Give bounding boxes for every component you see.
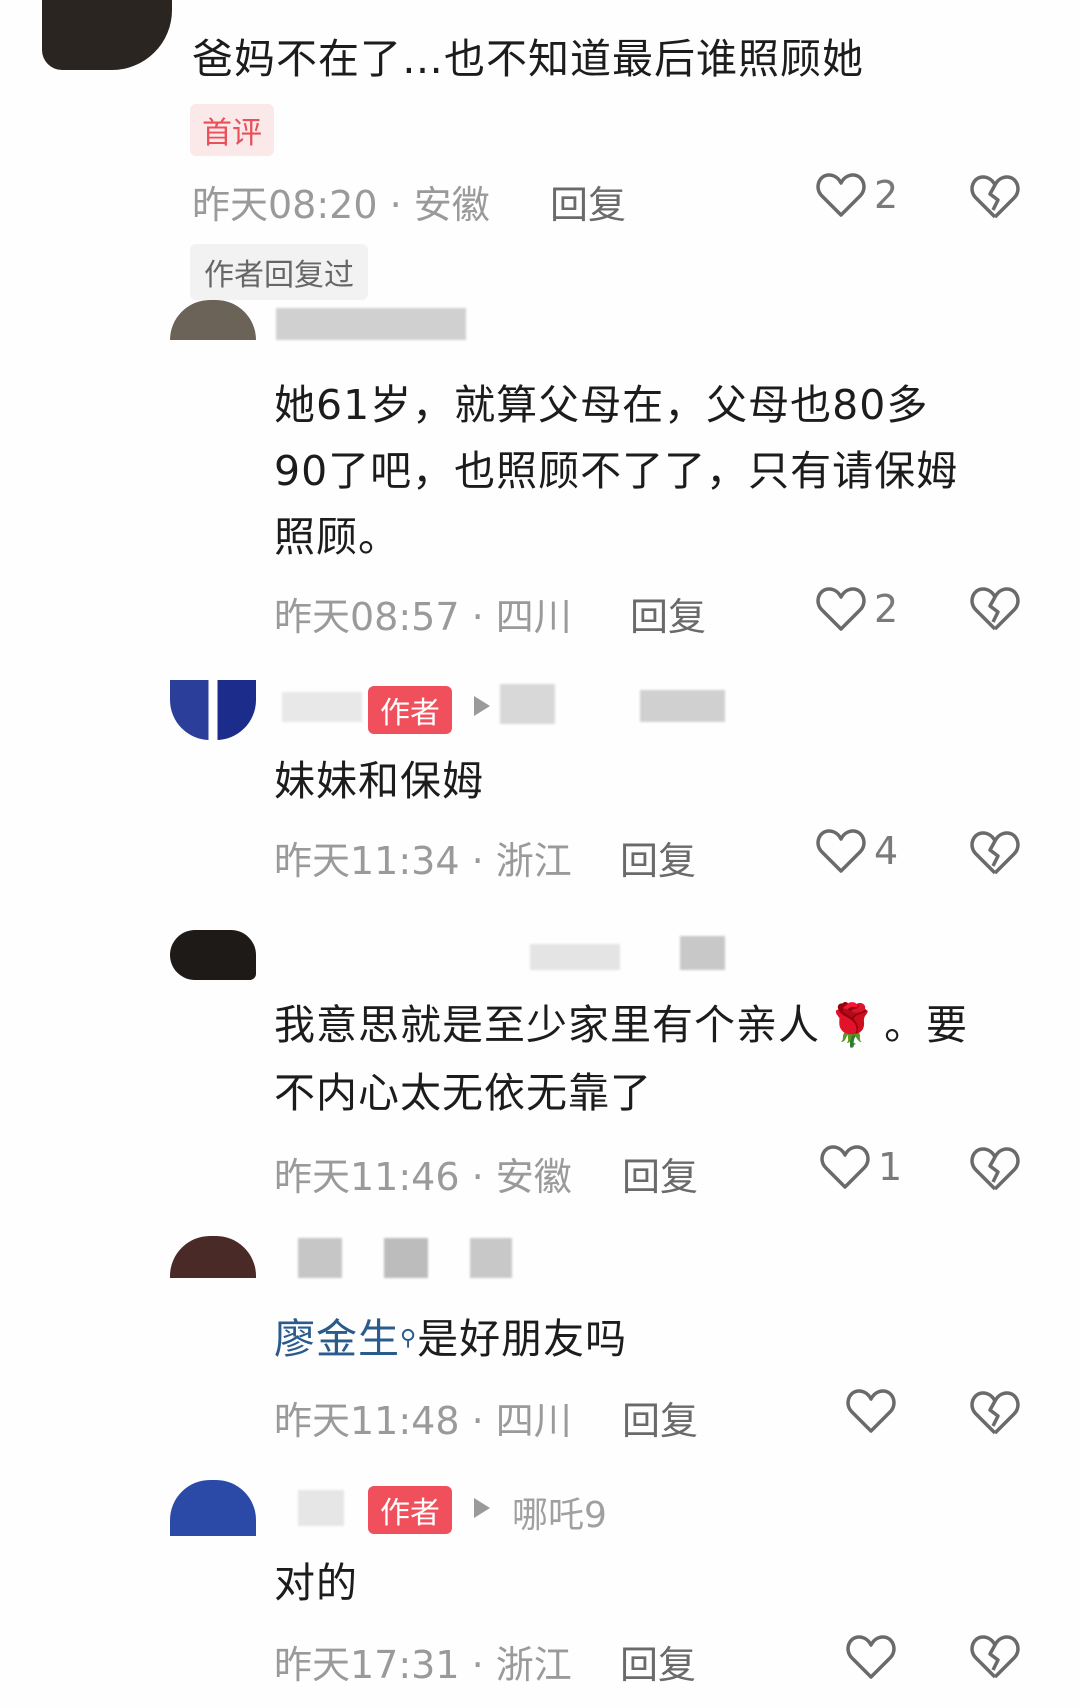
- like-button[interactable]: [846, 1388, 896, 1434]
- like-button[interactable]: 2: [816, 586, 898, 632]
- comment-text: 廖金生⚲是好朋友吗: [274, 1315, 628, 1363]
- username-redacted: [298, 1238, 342, 1278]
- reply-arrow-icon: [474, 696, 490, 716]
- username-redacted: [298, 1490, 344, 1526]
- like-button[interactable]: [846, 1634, 896, 1680]
- username-redacted: [384, 1238, 428, 1278]
- dislike-button[interactable]: [970, 586, 1020, 632]
- reply-target-redacted: [500, 684, 555, 724]
- author-replied-tag[interactable]: 作者回复过: [190, 244, 368, 300]
- like-button[interactable]: 2: [816, 172, 898, 218]
- reply-button[interactable]: 回复: [550, 174, 626, 229]
- broken-heart-icon: [970, 1391, 1020, 1435]
- like-count: 2: [874, 587, 899, 631]
- comment-text-line: 她61岁，就算父母在，父母也80多: [274, 381, 929, 429]
- reply-button[interactable]: 回复: [622, 1390, 698, 1445]
- first-comment-badge: 首评: [190, 104, 274, 156]
- broken-heart-icon: [970, 831, 1020, 875]
- comment-text-line: 不内心太无依无靠了: [274, 1069, 652, 1117]
- user-mention[interactable]: 廖金生: [274, 1315, 400, 1363]
- like-button[interactable]: 1: [820, 1144, 902, 1190]
- rose-emoji: 🌹: [826, 1001, 879, 1049]
- username-redacted: [470, 1238, 512, 1278]
- avatar[interactable]: [170, 1236, 256, 1278]
- comment-meta: 昨天08:57 · 四川: [274, 595, 572, 639]
- author-badge: 作者: [368, 1486, 452, 1534]
- comment-text: 妹妹和保姆: [274, 757, 484, 805]
- dislike-button[interactable]: [970, 1146, 1020, 1192]
- heart-icon: [820, 1144, 870, 1190]
- heart-icon: [816, 172, 866, 218]
- broken-heart-icon: [970, 1147, 1020, 1191]
- search-icon: ⚲: [400, 1326, 418, 1351]
- avatar[interactable]: [170, 930, 256, 980]
- comment-text-line: 我意思就是至少家里有个亲人 🌹 。要: [274, 1001, 969, 1049]
- dislike-button[interactable]: [970, 830, 1020, 876]
- like-count: 4: [874, 829, 899, 873]
- like-button[interactable]: 4: [816, 828, 898, 874]
- avatar[interactable]: [42, 0, 172, 70]
- reply-button[interactable]: 回复: [620, 1634, 696, 1689]
- avatar[interactable]: [170, 1480, 256, 1536]
- username-redacted: [282, 692, 362, 722]
- comment-text: 对的: [274, 1559, 358, 1607]
- comment-meta: 昨天11:48 · 四川: [274, 1399, 572, 1443]
- heart-icon: [816, 586, 866, 632]
- comment-meta: 昨天11:46 · 安徽: [274, 1155, 572, 1199]
- heart-icon: [846, 1634, 896, 1680]
- avatar[interactable]: [170, 680, 256, 740]
- username-redacted: [276, 308, 466, 340]
- reply-button[interactable]: 回复: [622, 1146, 698, 1201]
- author-badge: 作者: [368, 686, 452, 734]
- reply-button[interactable]: 回复: [630, 586, 706, 641]
- reply-arrow-icon: [474, 1498, 490, 1518]
- like-count: 2: [874, 173, 899, 217]
- username-redacted: [530, 944, 620, 970]
- like-count: 1: [878, 1145, 903, 1189]
- reply-button[interactable]: 回复: [620, 830, 696, 885]
- reply-target-redacted: [640, 690, 725, 722]
- dislike-button[interactable]: [970, 174, 1020, 220]
- comment-meta: 昨天11:34 · 浙江: [274, 839, 572, 883]
- dislike-button[interactable]: [970, 1390, 1020, 1436]
- broken-heart-icon: [970, 587, 1020, 631]
- comment-meta: 昨天08:20 · 安徽: [192, 183, 490, 227]
- broken-heart-icon: [970, 1635, 1020, 1679]
- heart-icon: [816, 828, 866, 874]
- dislike-button[interactable]: [970, 1634, 1020, 1680]
- username-redacted: [680, 936, 725, 970]
- avatar[interactable]: [170, 300, 256, 340]
- comment-text-line: 90了吧，也照顾不了了，只有请保姆: [274, 447, 959, 495]
- comment-meta: 昨天17:31 · 浙江: [274, 1643, 572, 1687]
- comment-text: 爸妈不在了…也不知道最后谁照顾她: [192, 35, 864, 83]
- heart-icon: [846, 1388, 896, 1434]
- broken-heart-icon: [970, 175, 1020, 219]
- comment-text-line: 照顾。: [274, 513, 400, 561]
- reply-target-name[interactable]: 哪吒9: [512, 1486, 607, 1538]
